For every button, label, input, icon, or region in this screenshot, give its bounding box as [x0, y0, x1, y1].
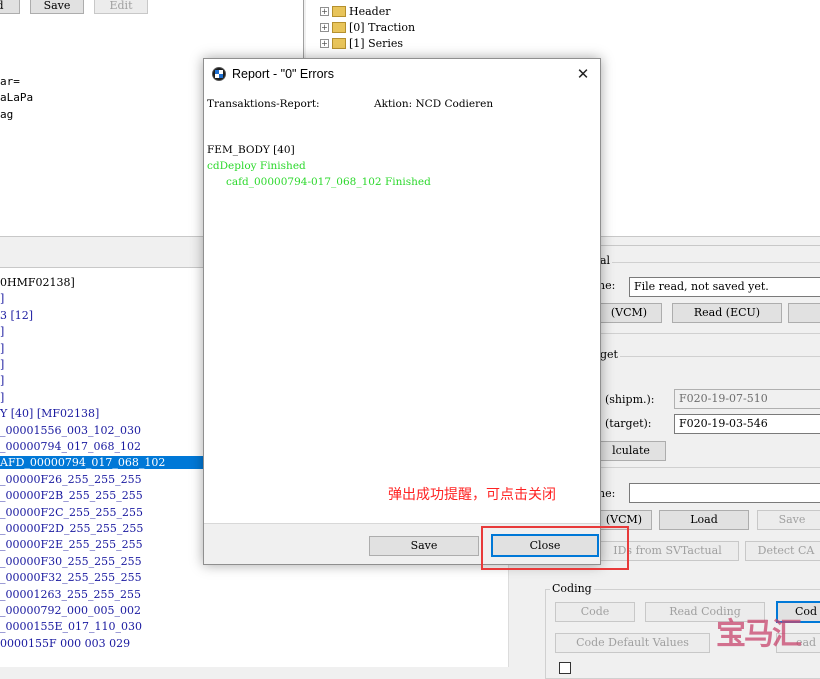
folder-icon: [332, 37, 346, 49]
read-ecu-button[interactable]: Read (ECU): [672, 303, 782, 323]
tree-line[interactable]: _00000794_017_068_102: [0, 440, 141, 453]
vcm-button[interactable]: (VCM): [596, 303, 662, 323]
tree-line[interactable]: 0HMF02138]: [0, 276, 75, 289]
extra-button[interactable]: [788, 303, 820, 323]
tree-item-label: [1] Series: [349, 37, 404, 50]
calculate-button[interactable]: lculate: [596, 441, 666, 461]
tree-item-series[interactable]: + [1] Series: [320, 37, 403, 50]
shipm-field[interactable]: F020-19-07-510: [674, 389, 820, 409]
watermark-logo: 宝马汇: [716, 609, 802, 653]
dialog-save-button[interactable]: Save: [369, 536, 479, 556]
bmw-logo-icon: [212, 67, 226, 81]
tree-line[interactable]: _00000F26_255_255_255: [0, 473, 142, 486]
report-cafd: cafd_00000794-017_068_102 Finished: [226, 176, 431, 188]
tree-item-label: [0] Traction: [349, 21, 416, 34]
tree-item-traction[interactable]: + [0] Traction: [320, 21, 415, 34]
expand-icon[interactable]: +: [320, 6, 329, 16]
save-file-button[interactable]: Save: [757, 510, 820, 530]
load-button[interactable]: d: [0, 0, 20, 14]
tree-line[interactable]: AFD_00000794_017_068_102: [0, 456, 203, 470]
expand-icon[interactable]: +: [320, 38, 329, 48]
annotation-highlight-box: [481, 526, 629, 570]
tree-line[interactable]: ]: [0, 325, 4, 338]
tree-line[interactable]: _00001556_003_102_030: [0, 424, 141, 437]
dialog-title-bar[interactable]: Report - "0" Errors ✕: [204, 59, 600, 89]
dialog-title: Report - "0" Errors: [232, 67, 334, 81]
folder-icon: [332, 21, 346, 33]
shipm-label: (shipm.):: [605, 393, 655, 406]
tree-line[interactable]: _00000F2C_255_255_255: [0, 506, 143, 519]
target-group-title: get: [598, 348, 620, 361]
code-default-values-button[interactable]: Code Default Values: [555, 633, 710, 653]
tree-line[interactable]: 0000155F 000 003 029: [0, 637, 130, 650]
tree-line[interactable]: _00001263_255_255_255: [0, 588, 141, 601]
tree-line[interactable]: ]: [0, 292, 4, 305]
tree-line[interactable]: ]: [0, 374, 4, 387]
report-header-left: Transaktions-Report:: [207, 98, 320, 110]
tree-line[interactable]: ]: [0, 391, 4, 404]
edit-button[interactable]: Edit: [94, 0, 148, 14]
watermark-text: 宝马汇: [716, 617, 802, 652]
top-left-line-3: ag: [0, 108, 14, 121]
report-header-right: Aktion: NCD Codieren: [374, 98, 494, 110]
checkbox[interactable]: [559, 662, 571, 674]
tree-item-header[interactable]: + Header: [320, 5, 390, 18]
top-left-line-1: ar=: [0, 75, 20, 88]
top-left-line-2: aLaPa: [0, 91, 34, 104]
annotation-text: 弹出成功提醒，可点击关闭: [388, 487, 556, 503]
expand-icon[interactable]: +: [320, 22, 329, 32]
detect-ca-button[interactable]: Detect CA: [745, 541, 820, 561]
tree-line[interactable]: _0000155E_017_110_030: [0, 620, 142, 633]
tree-item-label: Header: [349, 5, 391, 18]
tree-line[interactable]: Y [40] [MF02138]: [0, 407, 99, 420]
target-label: (target):: [605, 417, 652, 430]
tree-line[interactable]: _00000F2D_255_255_255: [0, 522, 143, 535]
code-button[interactable]: Code: [555, 602, 635, 622]
tree-line[interactable]: _00000792_000_005_002: [0, 604, 141, 617]
folder-icon: [332, 5, 346, 17]
target-field[interactable]: F020-19-03-546: [674, 414, 820, 434]
tree-line[interactable]: _00000F2B_255_255_255: [0, 489, 143, 502]
tree-line[interactable]: _00000F2E_255_255_255: [0, 538, 143, 551]
file-status-field[interactable]: File read, not saved yet.: [629, 277, 820, 297]
actual-group: [585, 262, 820, 334]
tree-line[interactable]: 3 [12]: [0, 309, 33, 322]
close-icon[interactable]: ✕: [572, 64, 594, 84]
tree-line[interactable]: _00000F32_255_255_255: [0, 571, 142, 584]
report-text-area[interactable]: Transaktions-Report: Aktion: NCD Codiere…: [204, 89, 600, 524]
tree-line[interactable]: _00000F30_255_255_255: [0, 555, 142, 568]
report-ecu: FEM_BODY [40]: [207, 144, 295, 156]
file2-field[interactable]: [629, 483, 820, 503]
coding-group-title: Coding: [550, 582, 594, 595]
top-save-button[interactable]: Save: [30, 0, 84, 14]
tree-line[interactable]: ]: [0, 342, 4, 355]
tree-line[interactable]: ]: [0, 358, 4, 371]
report-status: cdDeploy Finished: [207, 160, 306, 172]
load-file-button[interactable]: Load: [659, 510, 749, 530]
